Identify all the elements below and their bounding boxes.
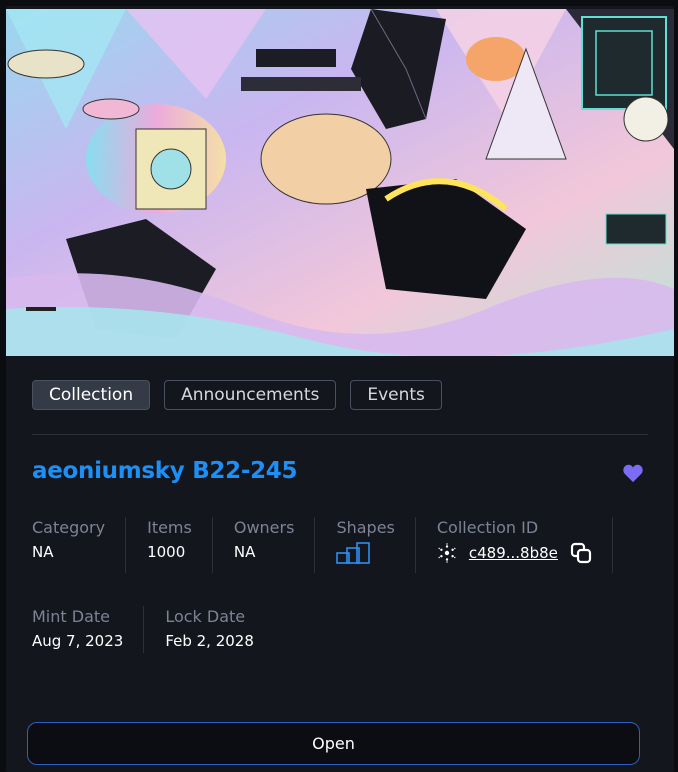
stat-label: Items — [147, 518, 192, 537]
cardano-icon — [438, 543, 456, 563]
stat-value: Aug 7, 2023 — [32, 632, 124, 650]
stat-category: Category NA — [32, 517, 127, 573]
stat-owners: Owners NA — [233, 517, 316, 573]
shapes-icon[interactable] — [336, 542, 371, 564]
section-divider — [32, 434, 648, 435]
tab-bar: Collection Announcements Events — [32, 380, 442, 410]
tab-events[interactable]: Events — [350, 380, 442, 410]
copy-icon[interactable] — [570, 542, 592, 564]
stat-collection-id: Collection ID c489...8b8e — [436, 517, 613, 573]
stat-label: Shapes — [336, 518, 395, 537]
tab-collection[interactable]: Collection — [32, 380, 151, 410]
collection-banner-image — [6, 9, 674, 356]
collection-id-link[interactable]: c489...8b8e — [469, 544, 558, 562]
stats-row: Category NA Items 1000 Owners NA Shapes … — [32, 517, 634, 573]
stat-mint-date: Mint Date Aug 7, 2023 — [32, 606, 145, 653]
tab-announcements[interactable]: Announcements — [164, 380, 337, 410]
stat-label: Mint Date — [32, 607, 110, 626]
collection-title: aeoniumsky B22-245 — [32, 458, 298, 484]
stat-value: NA — [32, 543, 54, 561]
stat-label: Lock Date — [165, 607, 246, 626]
stat-shapes: Shapes — [336, 517, 417, 573]
stat-label: Owners — [233, 518, 295, 537]
collection-card: Collection Announcements Events aeoniums… — [6, 6, 674, 772]
stat-label: Category — [32, 518, 106, 537]
dates-row: Mint Date Aug 7, 2023 Lock Date Feb 2, 2… — [32, 606, 296, 653]
open-button[interactable]: Open — [27, 722, 640, 765]
heart-icon[interactable] — [622, 463, 644, 483]
collection-id-row: c489...8b8e — [437, 542, 592, 564]
stat-lock-date: Lock Date Feb 2, 2028 — [165, 607, 275, 653]
stat-value: 1000 — [147, 543, 186, 561]
stat-value: Feb 2, 2028 — [165, 632, 254, 650]
stat-label: Collection ID — [436, 518, 539, 537]
stat-value: NA — [233, 543, 256, 561]
stat-items: Items 1000 — [147, 517, 213, 573]
